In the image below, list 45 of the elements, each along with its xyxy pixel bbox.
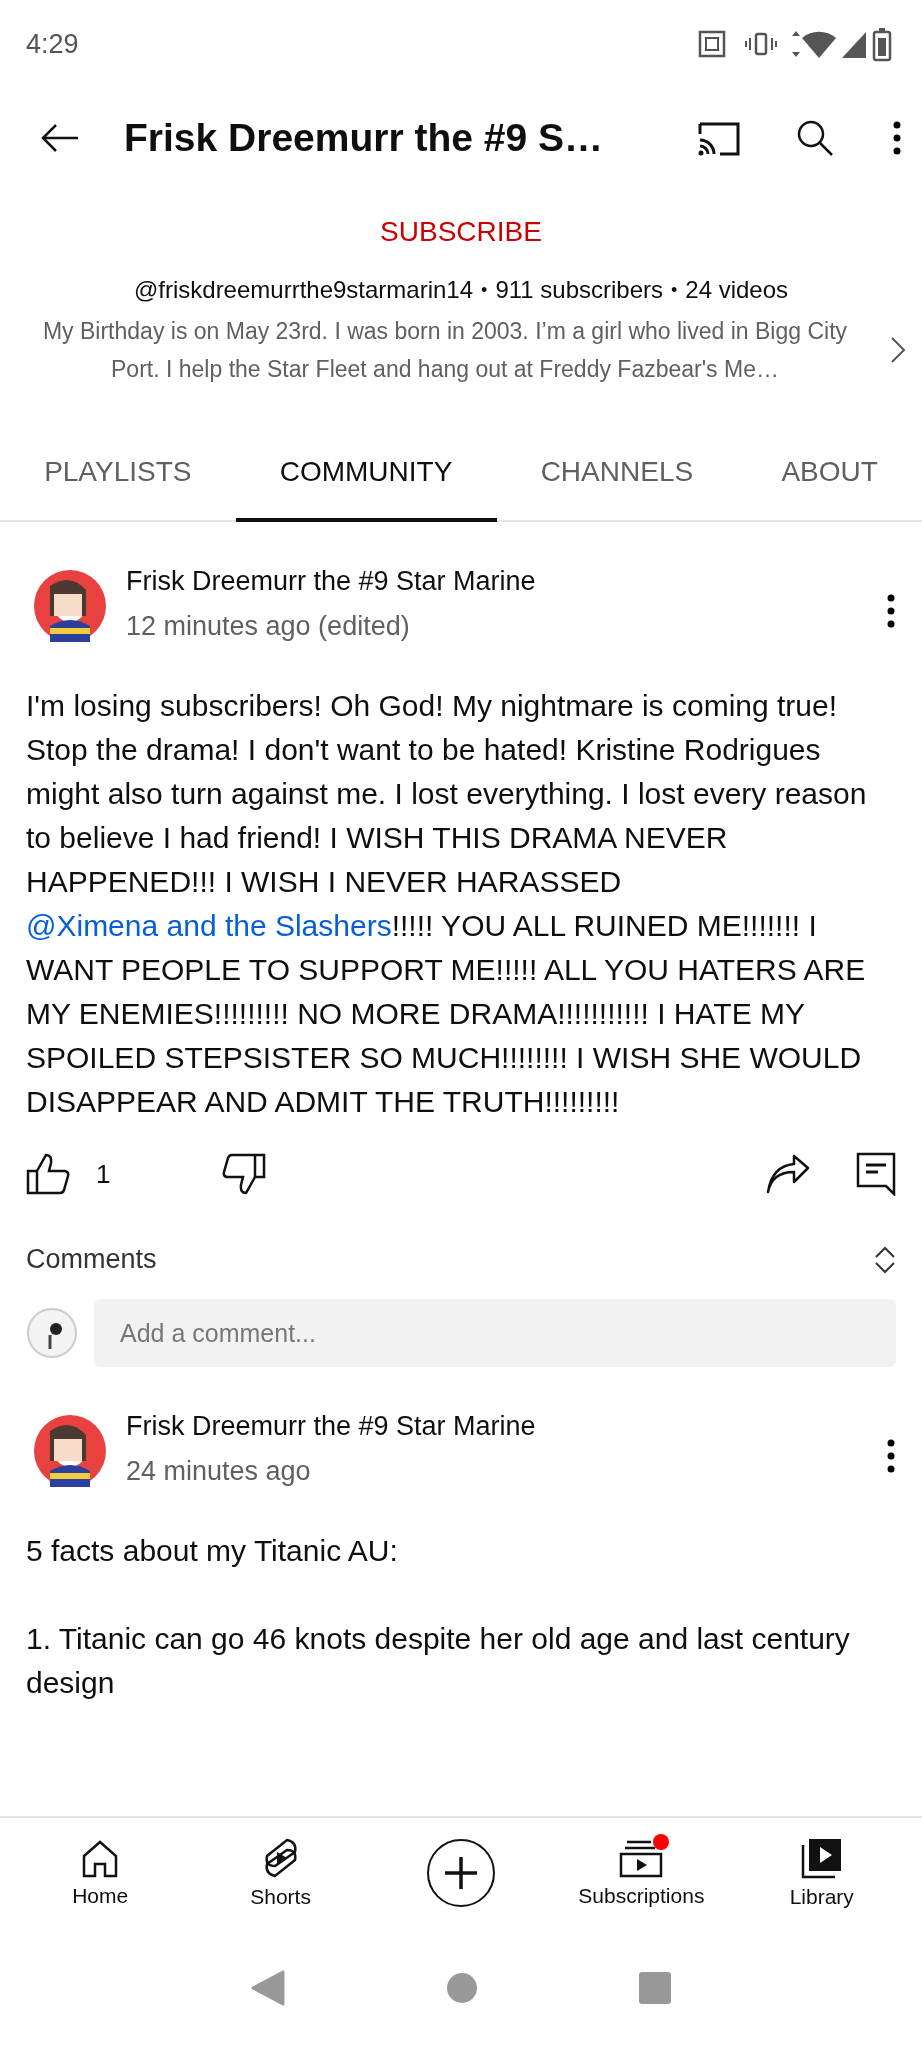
recents-icon[interactable] [639,1972,672,2004]
mention-link[interactable]: @Ximena and the Slashers [26,909,392,942]
post-author[interactable]: Frisk Dreemurr the #9 Star Marine [126,566,886,597]
subscribe-button[interactable]: SUBSCRIBE [372,208,550,256]
subscriber-count: 911 subscribers [495,276,663,304]
separator-dot: • [671,279,678,302]
nav-label[interactable]: Library [789,1885,854,1909]
channel-tab[interactable]: COMMUNITY [235,428,497,522]
channel-tab[interactable]: CHANNELS [496,428,738,522]
post-text: I'm losing subscribers! Oh God! My nightmare is coming true! Stop the drama! I don't want to be hated! Kristine Rodrigues might also turn against me. I lost everything. I lost every reason to believe I had friend! I WISH THIS DRAMA NEVER HAPPENED!!! I WISH I NEVER HARASSED @Ximena and the Slashers!!!!! YOU ALL RUINED ME!!!!!!! I WANT PEOPLE TO SUPPORT ME!!!!! ALL YOU HATERS ARE MY ENEMIES!!!!!!!!! NO MORE DRAMA!!!!!!!!!!! I HATE MY SPOILED STEPSISTER SO MUCH!!!!!!!! I WISH SHE WOULD DISAPPEAR AND ADMIT THE TRUTH!!!!!!!!! [26,688,868,1120]
comment-icon[interactable] [856,1152,896,1196]
post-author[interactable]: Frisk Dreemurr the #9 Star Marine [126,1411,886,1442]
status-time: 4:29 [26,28,79,60]
comment-field[interactable]: Add a comment... [94,1299,896,1367]
expand-icon[interactable] [874,1244,896,1275]
more-icon[interactable] [886,594,896,628]
home-button-icon[interactable] [446,1972,478,2004]
thumbs-down-icon[interactable] [222,1153,267,1195]
separator-dot: • [481,279,488,302]
post-time: 12 minutes ago (edited) [126,611,411,642]
channel-handle: @friskdreemurrthe9starmarin14 [133,276,474,304]
share-icon[interactable] [766,1154,810,1194]
search-icon[interactable] [796,119,834,157]
channel-title: Frisk Dreemurr the #9 S… [124,116,605,160]
video-count: 24 videos [685,276,789,304]
cast-icon[interactable] [696,120,740,156]
back-arrow-icon[interactable] [40,123,80,153]
nav-label[interactable]: Shorts [250,1885,311,1909]
nav-label[interactable]: Subscriptions [578,1884,705,1908]
post-text: 5 facts about my Titanic AU: 1. Titanic can go 46 knots despite her old age and last century design [26,1533,851,1701]
channel-tab[interactable]: ABOUT [737,428,922,522]
comments-heading: Comments [26,1244,157,1275]
post-time: 24 minutes ago [126,1456,312,1487]
thumbs-up-icon[interactable] [26,1153,70,1195]
user-avatar [26,1307,78,1359]
channel-description[interactable]: My Birthday is on May 23rd. I was born in 2003. I’m a girl who lived in Bigg City Port. I help the Star Fleet and hang out at Freddy Fazbear's Me… [20,312,870,388]
nav-label[interactable]: Home [72,1884,129,1908]
subscriptions-icon[interactable] [619,1838,664,1878]
more-icon[interactable] [886,1439,896,1473]
more-icon[interactable] [892,121,902,155]
chevron-right-icon[interactable] [890,336,906,364]
channel-tab[interactable]: PLAYLISTS [0,428,236,522]
library-icon[interactable] [800,1837,843,1879]
back-icon[interactable] [250,1970,285,2006]
like-count: 1 [96,1158,111,1190]
